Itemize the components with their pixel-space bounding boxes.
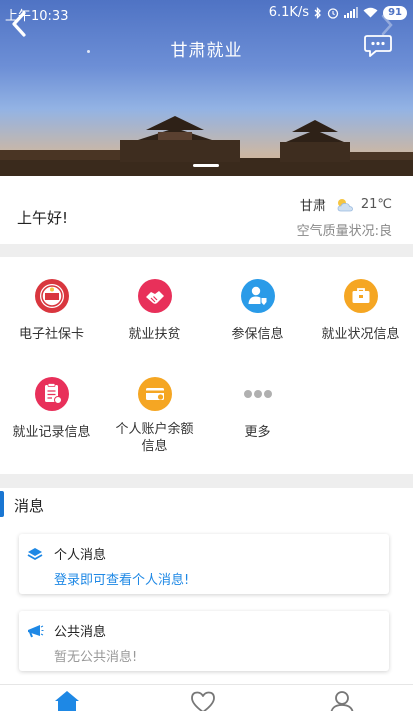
weather-city: 甘肃: [299, 199, 326, 214]
social-security-card-icon: [34, 279, 69, 313]
public-announcement-icon: [28, 625, 44, 638]
service-more[interactable]: 更多: [206, 376, 309, 441]
hero-banner[interactable]: 上午10:33 6.1K/s 91 甘肃就业: [0, 0, 413, 176]
person-insured-icon: [240, 279, 275, 313]
message-title: 个人消息: [54, 548, 107, 563]
account-balance-card-icon: [137, 377, 172, 411]
greeting-text: 上午好!: [17, 209, 69, 227]
back-arrow-icon[interactable]: [8, 10, 30, 38]
service-label: 就业扶贫: [128, 327, 181, 342]
banner-page-indicator: [193, 164, 219, 167]
service-employment-poverty-relief[interactable]: 就业扶贫: [103, 278, 206, 343]
service-account-balance[interactable]: 个人账户余额 信息: [103, 376, 206, 455]
weather-info: 甘肃 21℃: [300, 195, 392, 214]
service-social-security-card[interactable]: 电子社保卡: [0, 278, 103, 343]
briefcase-icon: [343, 279, 378, 313]
service-label-line: 个人账户余额: [115, 422, 194, 437]
service-label-multiline: 个人账户余额 信息: [103, 421, 206, 455]
section-accent-bar: [0, 491, 4, 517]
partly-cloudy-icon: [337, 198, 353, 211]
personal-message-icon: [27, 548, 43, 561]
service-label: 电子社保卡: [18, 327, 84, 342]
login-to-view-link[interactable]: 登录即可查看个人消息!: [54, 569, 189, 588]
network-speed: 6.1K/s: [268, 5, 310, 20]
service-employment-status[interactable]: 就业状况信息: [309, 278, 412, 343]
alarm-icon: [327, 7, 339, 19]
bottom-navigation: [0, 684, 413, 711]
service-label: 就业状况信息: [321, 327, 400, 342]
home-icon[interactable]: [53, 689, 81, 711]
service-label: 更多: [244, 425, 271, 440]
weather-temperature: 21℃: [360, 197, 392, 212]
personal-message-card[interactable]: 个人消息 登录即可查看个人消息!: [19, 534, 389, 594]
handshake-icon: [137, 279, 172, 313]
wifi-icon: [363, 7, 378, 18]
service-employment-records[interactable]: 就业记录信息: [0, 376, 103, 441]
status-bar: 上午10:33 6.1K/s 91: [0, 0, 413, 26]
service-label-line: 信息: [141, 439, 168, 454]
service-label: 参保信息: [231, 327, 284, 342]
page-title: 甘肃就业: [170, 41, 243, 61]
public-message-card[interactable]: 公共消息 暂无公共消息!: [19, 611, 389, 671]
air-quality-status: 空气质量状况:良: [296, 224, 392, 239]
heart-icon[interactable]: [189, 689, 217, 711]
message-title: 公共消息: [54, 625, 107, 640]
chat-bubble-icon[interactable]: [363, 32, 393, 58]
service-insurance-info[interactable]: 参保信息: [206, 278, 309, 343]
signal-icon: [344, 7, 359, 18]
bluetooth-icon: [314, 6, 321, 19]
service-label: 就业记录信息: [12, 425, 91, 440]
profile-icon[interactable]: [328, 689, 356, 711]
messages-section-title: 消息: [14, 497, 45, 515]
message-body: 暂无公共消息!: [54, 650, 138, 665]
record-document-icon: [34, 377, 69, 411]
more-dots-icon: [243, 390, 272, 398]
